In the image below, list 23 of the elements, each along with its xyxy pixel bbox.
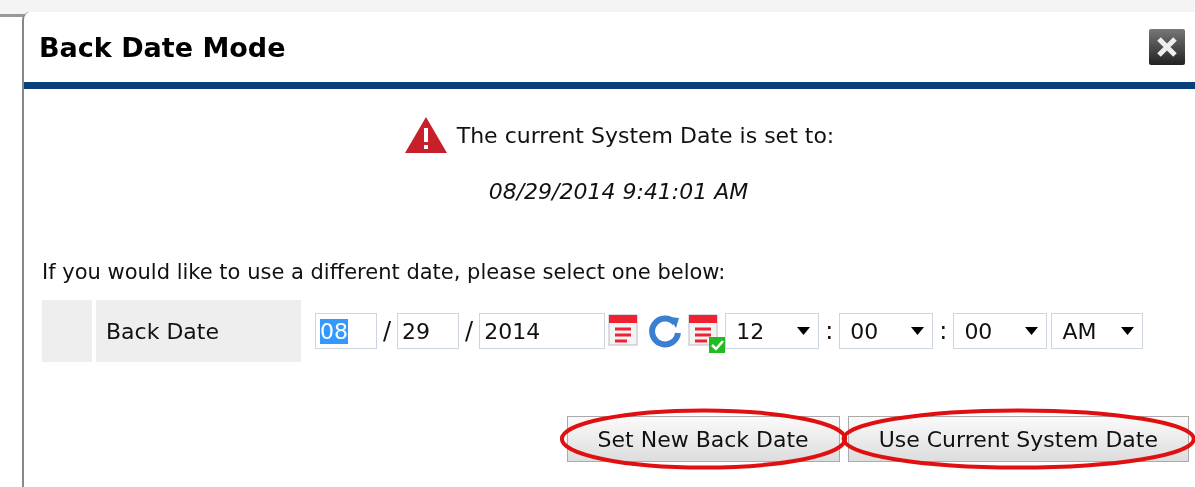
year-field[interactable]: 2014 [479, 313, 606, 349]
time-dropdown[interactable]: 00 [953, 313, 1048, 349]
date-separator: / [465, 317, 474, 345]
caret-icon [1121, 327, 1135, 335]
action-button[interactable]: Set New Back Date [566, 416, 840, 462]
warning-icon [402, 115, 449, 155]
caret-icon [1025, 327, 1039, 335]
time-dropdown[interactable]: 00 [839, 313, 934, 349]
caret-icon [797, 327, 811, 335]
date-separator: / [383, 317, 392, 345]
action-button[interactable]: Use Current System Date [847, 416, 1189, 462]
day-field[interactable]: 29 [397, 313, 460, 349]
time-separator: : [825, 317, 834, 345]
close-button[interactable] [1149, 29, 1185, 65]
notice-text: The current System Date is set to: [456, 122, 835, 148]
back-date-label: Back Date [96, 300, 301, 362]
system-date: 08/29/2014 9:41:01 AM [487, 179, 750, 204]
time-dropdown[interactable]: 12 [725, 313, 820, 349]
time-dropdown[interactable]: AM [1051, 313, 1144, 349]
dialog-title: Back Date Mode [39, 31, 286, 63]
caret-icon [911, 327, 925, 335]
time-separator: : [939, 317, 948, 345]
instruction-text: If you would like to use a different date, please select one below: [42, 260, 727, 284]
